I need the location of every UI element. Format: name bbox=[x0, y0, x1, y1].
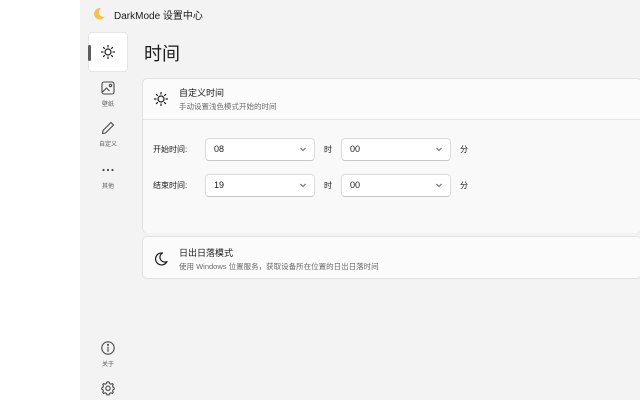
end-time-label: 结束时间: bbox=[153, 180, 188, 190]
nav-item-settings[interactable]: 设置 bbox=[88, 374, 128, 400]
start-time-label: 开始时间: bbox=[153, 144, 188, 154]
custom-time-title: 自定义时间 bbox=[179, 88, 225, 98]
start-minute-value: 00 bbox=[350, 144, 361, 154]
sun-icon bbox=[153, 91, 169, 107]
nav-label-wallpaper: 壁纸 bbox=[101, 102, 114, 108]
nav-item-other[interactable]: 其他 bbox=[88, 156, 128, 196]
sunrise-sunset-title: 日出日落模式 bbox=[179, 247, 234, 258]
nav-item-custom[interactable]: 自定义 bbox=[88, 114, 128, 154]
start-hour-value: 08 bbox=[214, 144, 225, 154]
app-title: DarkMode 设置中心 bbox=[114, 10, 203, 22]
nav-label-other: 其他 bbox=[101, 184, 114, 190]
end-hour-value: 19 bbox=[214, 180, 225, 190]
content-area: 时间 自定义时间 手动设置浅色模式开始的时间 开始时间: 08 时 00 分 结… bbox=[142, 28, 640, 400]
end-hour-unit: 时 bbox=[324, 180, 332, 190]
chevron-down-icon bbox=[300, 147, 306, 152]
info-icon bbox=[101, 341, 115, 355]
start-time-row: 开始时间: 08 时 00 分 bbox=[153, 137, 477, 161]
end-hour-select[interactable]: 19 bbox=[205, 173, 315, 197]
navigation-pane: 壁纸 自定义 其他 关于 bbox=[80, 28, 136, 400]
chevron-down-icon bbox=[436, 147, 442, 152]
end-minute-unit: 分 bbox=[460, 180, 468, 190]
chevron-down-icon bbox=[300, 183, 306, 188]
moon-icon bbox=[155, 251, 168, 265]
crescent-moon-icon bbox=[94, 8, 105, 20]
start-minute-unit: 分 bbox=[460, 144, 468, 154]
custom-time-card: 自定义时间 手动设置浅色模式开始的时间 开始时间: 08 时 00 分 结束时间… bbox=[142, 78, 640, 233]
start-hour-select[interactable]: 08 bbox=[205, 137, 315, 161]
page-title: 时间 bbox=[144, 44, 180, 64]
nav-label-custom: 自定义 bbox=[98, 142, 117, 148]
nav-item-wallpaper[interactable]: 壁纸 bbox=[88, 74, 128, 114]
custom-time-body: 开始时间: 08 时 00 分 结束时间: 19 时 00 分 bbox=[143, 120, 640, 233]
nav-item-about[interactable]: 关于 bbox=[88, 334, 128, 374]
start-hour-unit: 时 bbox=[324, 144, 332, 154]
gear-icon bbox=[101, 381, 115, 396]
custom-time-card-header[interactable]: 自定义时间 手动设置浅色模式开始的时间 bbox=[143, 79, 640, 119]
start-minute-select[interactable]: 00 bbox=[341, 137, 451, 161]
end-minute-value: 00 bbox=[350, 180, 361, 190]
end-minute-select[interactable]: 00 bbox=[341, 173, 451, 197]
sun-icon bbox=[100, 44, 116, 60]
end-time-row: 结束时间: 19 时 00 分 bbox=[153, 173, 477, 197]
nav-label-about: 关于 bbox=[101, 362, 114, 368]
pen-icon bbox=[101, 121, 115, 135]
image-icon bbox=[101, 81, 115, 95]
sunrise-sunset-card[interactable]: 日出日落模式 使用 Windows 位置服务，获取设备所在位置的日出日落时间 bbox=[142, 236, 640, 279]
sunrise-sunset-card-header[interactable]: 日出日落模式 使用 Windows 位置服务，获取设备所在位置的日出日落时间 bbox=[143, 237, 640, 280]
custom-time-description: 手动设置浅色模式开始的时间 bbox=[179, 102, 277, 111]
title-bar[interactable]: DarkMode 设置中心 bbox=[80, 0, 640, 28]
app-window: DarkMode 设置中心 壁纸 自定义 其他 关于 时间 自定义时间 手动设置… bbox=[80, 0, 640, 400]
more-icon bbox=[102, 168, 114, 172]
chevron-down-icon bbox=[436, 183, 442, 188]
sunrise-sunset-description: 使用 Windows 位置服务，获取设备所在位置的日出日落时间 bbox=[179, 261, 379, 271]
nav-item-time[interactable] bbox=[88, 32, 128, 72]
